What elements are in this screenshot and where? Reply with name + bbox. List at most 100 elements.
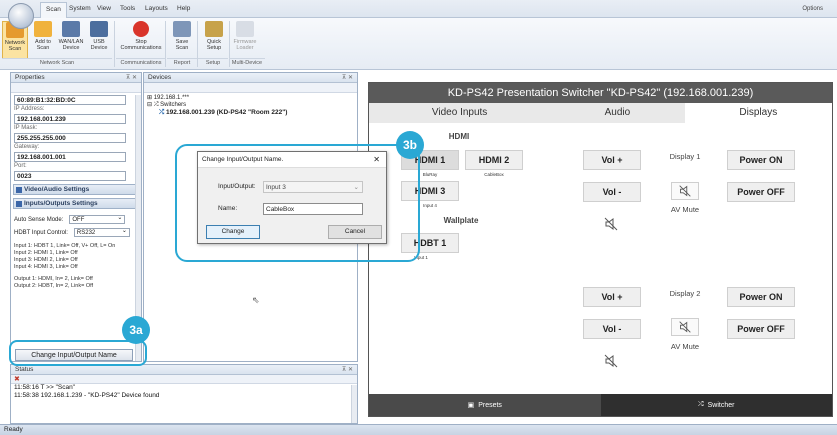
- presets-icon: ▣: [467, 402, 475, 409]
- auto-sense-select[interactable]: OFF: [69, 214, 126, 224]
- properties-toolbar[interactable]: [11, 83, 141, 93]
- usb-device-button[interactable]: USB Device: [86, 21, 112, 51]
- hdmi-2-button[interactable]: HDMI 2: [465, 150, 523, 170]
- tab-system[interactable]: System: [69, 5, 91, 12]
- status-line: 11:58:16 T >> "Scan": [14, 384, 75, 391]
- gateway-field[interactable]: 192.168.001.001: [14, 152, 126, 162]
- display-2-audio-mute-button[interactable]: [603, 353, 619, 369]
- hdbt-1-button[interactable]: HDBT 1: [401, 233, 459, 253]
- io-select[interactable]: Input 3 ⌄: [263, 181, 363, 193]
- display-2-vol-down-button[interactable]: Vol -: [583, 319, 641, 339]
- quick-setup-icon: [205, 21, 223, 37]
- status-toolbar[interactable]: ✖: [11, 375, 357, 384]
- ribbon-separator: [114, 21, 115, 67]
- switcher-icon: ⤮: [159, 109, 167, 116]
- tab-scan[interactable]: Scan: [40, 2, 67, 18]
- tree-node-switchers[interactable]: ⊟ ⤮ Switchers: [147, 102, 354, 109]
- pin-close-icon[interactable]: ⊼ ✕: [342, 366, 353, 373]
- pin-close-icon[interactable]: ⊼ ✕: [342, 74, 353, 81]
- tab-tools[interactable]: Tools: [120, 5, 135, 12]
- tab-audio[interactable]: Audio: [550, 103, 685, 123]
- save-scan-button[interactable]: Save Scan: [169, 21, 195, 51]
- close-icon[interactable]: ✕: [373, 152, 380, 168]
- display-1-power-off-button[interactable]: Power OFF: [727, 182, 795, 202]
- cancel-button[interactable]: Cancel: [328, 225, 382, 239]
- tab-displays[interactable]: Displays: [684, 103, 832, 123]
- change-io-name-button[interactable]: Change Input/Output Name: [15, 349, 133, 361]
- devices-toolbar[interactable]: [144, 83, 357, 93]
- change-io-name-dialog: Change Input/Output Name. ✕ Input/Output…: [197, 151, 387, 244]
- hdmi-3-sublabel: Input 4: [423, 203, 437, 208]
- add-to-scan-icon: [34, 21, 52, 37]
- tab-layouts[interactable]: Layouts: [145, 5, 168, 12]
- speaker-mute-icon: [679, 185, 691, 197]
- hdbt-input-control-select[interactable]: RS232: [73, 227, 130, 237]
- mac-address-field[interactable]: 60:89:B1:32:BD:0C: [14, 95, 126, 105]
- io-label: Input/Output:: [218, 183, 256, 190]
- wan-lan-device-button[interactable]: WAN/LAN Device: [58, 21, 84, 51]
- display-2-av-mute-button[interactable]: [671, 318, 699, 336]
- mouse-cursor-icon: ⇖: [252, 295, 260, 305]
- ip-mask-label: IP Mask:: [14, 125, 38, 131]
- output-status-line: Output 1: HDMI, In= 2, Link= Off: [14, 276, 93, 282]
- name-input[interactable]: CableBox: [263, 203, 363, 215]
- display-2-vol-up-button[interactable]: Vol +: [583, 287, 641, 307]
- change-button[interactable]: Change: [206, 225, 260, 239]
- inputs-outputs-settings-section[interactable]: Inputs/Outputs Settings: [13, 198, 139, 209]
- hdmi-3-button[interactable]: HDMI 3: [401, 181, 459, 201]
- display-1-av-mute-button[interactable]: [671, 182, 699, 200]
- ip-address-field[interactable]: 192.168.001.239: [14, 114, 126, 124]
- output-status-line: Output 2: HDBT, In= 2, Link= Off: [14, 283, 94, 289]
- stop-communications-button[interactable]: Stop Communications: [120, 21, 162, 51]
- auto-sense-row: Auto Sense Mode: OFF: [11, 213, 141, 226]
- dialog-title: Change Input/Output Name. ✕: [198, 152, 386, 168]
- status-scrollbar[interactable]: [351, 385, 357, 423]
- tree-node-device[interactable]: ⤮ 192.168.001.239 (KD-PS42 "Room 222"): [147, 109, 354, 116]
- app-menu-button[interactable]: [8, 3, 34, 29]
- group-network-scan: Network Scan: [2, 58, 112, 66]
- callout-3a-badge: 3a: [122, 316, 150, 344]
- tab-view[interactable]: View: [97, 5, 111, 12]
- group-multi-device: Multi-Device: [229, 58, 265, 66]
- switcher-icon: ⤮: [698, 401, 704, 408]
- group-setup: Setup: [198, 58, 228, 66]
- display-1-audio-mute-button[interactable]: [603, 216, 619, 232]
- display-1-vol-up-button[interactable]: Vol +: [583, 150, 641, 170]
- port-field[interactable]: 0023: [14, 171, 126, 181]
- status-line: 11:58:38 192.168.1.239 - "KD-PS42" Devic…: [14, 392, 160, 399]
- tab-help[interactable]: Help: [177, 5, 190, 12]
- tab-video-inputs[interactable]: Video Inputs: [369, 103, 551, 123]
- input-status-line: Input 3: HDMI 2, Link= Off: [14, 257, 78, 263]
- display-2-power-off-button[interactable]: Power OFF: [727, 319, 795, 339]
- group-communications: Communications: [116, 58, 166, 66]
- hdmi-1-sublabel: BluRay: [422, 172, 438, 177]
- firmware-loader-button[interactable]: Firmware Loader: [232, 21, 258, 51]
- status-panel: Status ⊼ ✕ ✖ 11:58:16 T >> "Scan" 11:58:…: [10, 364, 358, 424]
- switcher-button[interactable]: ⤮ Switcher: [600, 394, 832, 416]
- quick-setup-button[interactable]: Quick Setup: [201, 21, 227, 51]
- hdmi-group-label: HDMI: [448, 132, 470, 141]
- port-label: Port:: [14, 163, 27, 169]
- options-menu[interactable]: Options: [802, 6, 823, 12]
- hdbt-1-sublabel: Input 1: [414, 255, 428, 260]
- group-report: Report: [167, 58, 197, 66]
- usb-device-icon: [90, 21, 108, 37]
- display-2-av-mute-label: AV Mute: [670, 342, 700, 351]
- video-audio-settings-section[interactable]: Video/Audio Settings: [13, 184, 139, 195]
- ip-address-label: IP Address:: [14, 106, 45, 112]
- add-to-scan-button[interactable]: Add to Scan: [30, 21, 56, 51]
- ip-mask-field[interactable]: 255.255.255.000: [14, 133, 126, 143]
- wallplate-group-label: Wallplate: [443, 216, 479, 225]
- clear-status-icon[interactable]: ✖: [11, 376, 20, 383]
- display-1-vol-down-button[interactable]: Vol -: [583, 182, 641, 202]
- display-2-power-on-button[interactable]: Power ON: [727, 287, 795, 307]
- chevron-down-icon: ⌄: [353, 184, 359, 191]
- display-1-power-on-button[interactable]: Power ON: [727, 150, 795, 170]
- tree-node-network[interactable]: ⊞ 192.168.1.***: [147, 95, 354, 102]
- pin-close-icon[interactable]: ⊼ ✕: [126, 74, 137, 81]
- status-header: Status ⊼ ✕: [11, 365, 357, 375]
- devices-header: Devices ⊼ ✕: [144, 73, 357, 83]
- stop-icon: [133, 21, 149, 37]
- presets-button[interactable]: ▣ Presets: [369, 394, 601, 416]
- ribbon-body: Network Scan Add to Scan WAN/LAN Device …: [0, 18, 837, 70]
